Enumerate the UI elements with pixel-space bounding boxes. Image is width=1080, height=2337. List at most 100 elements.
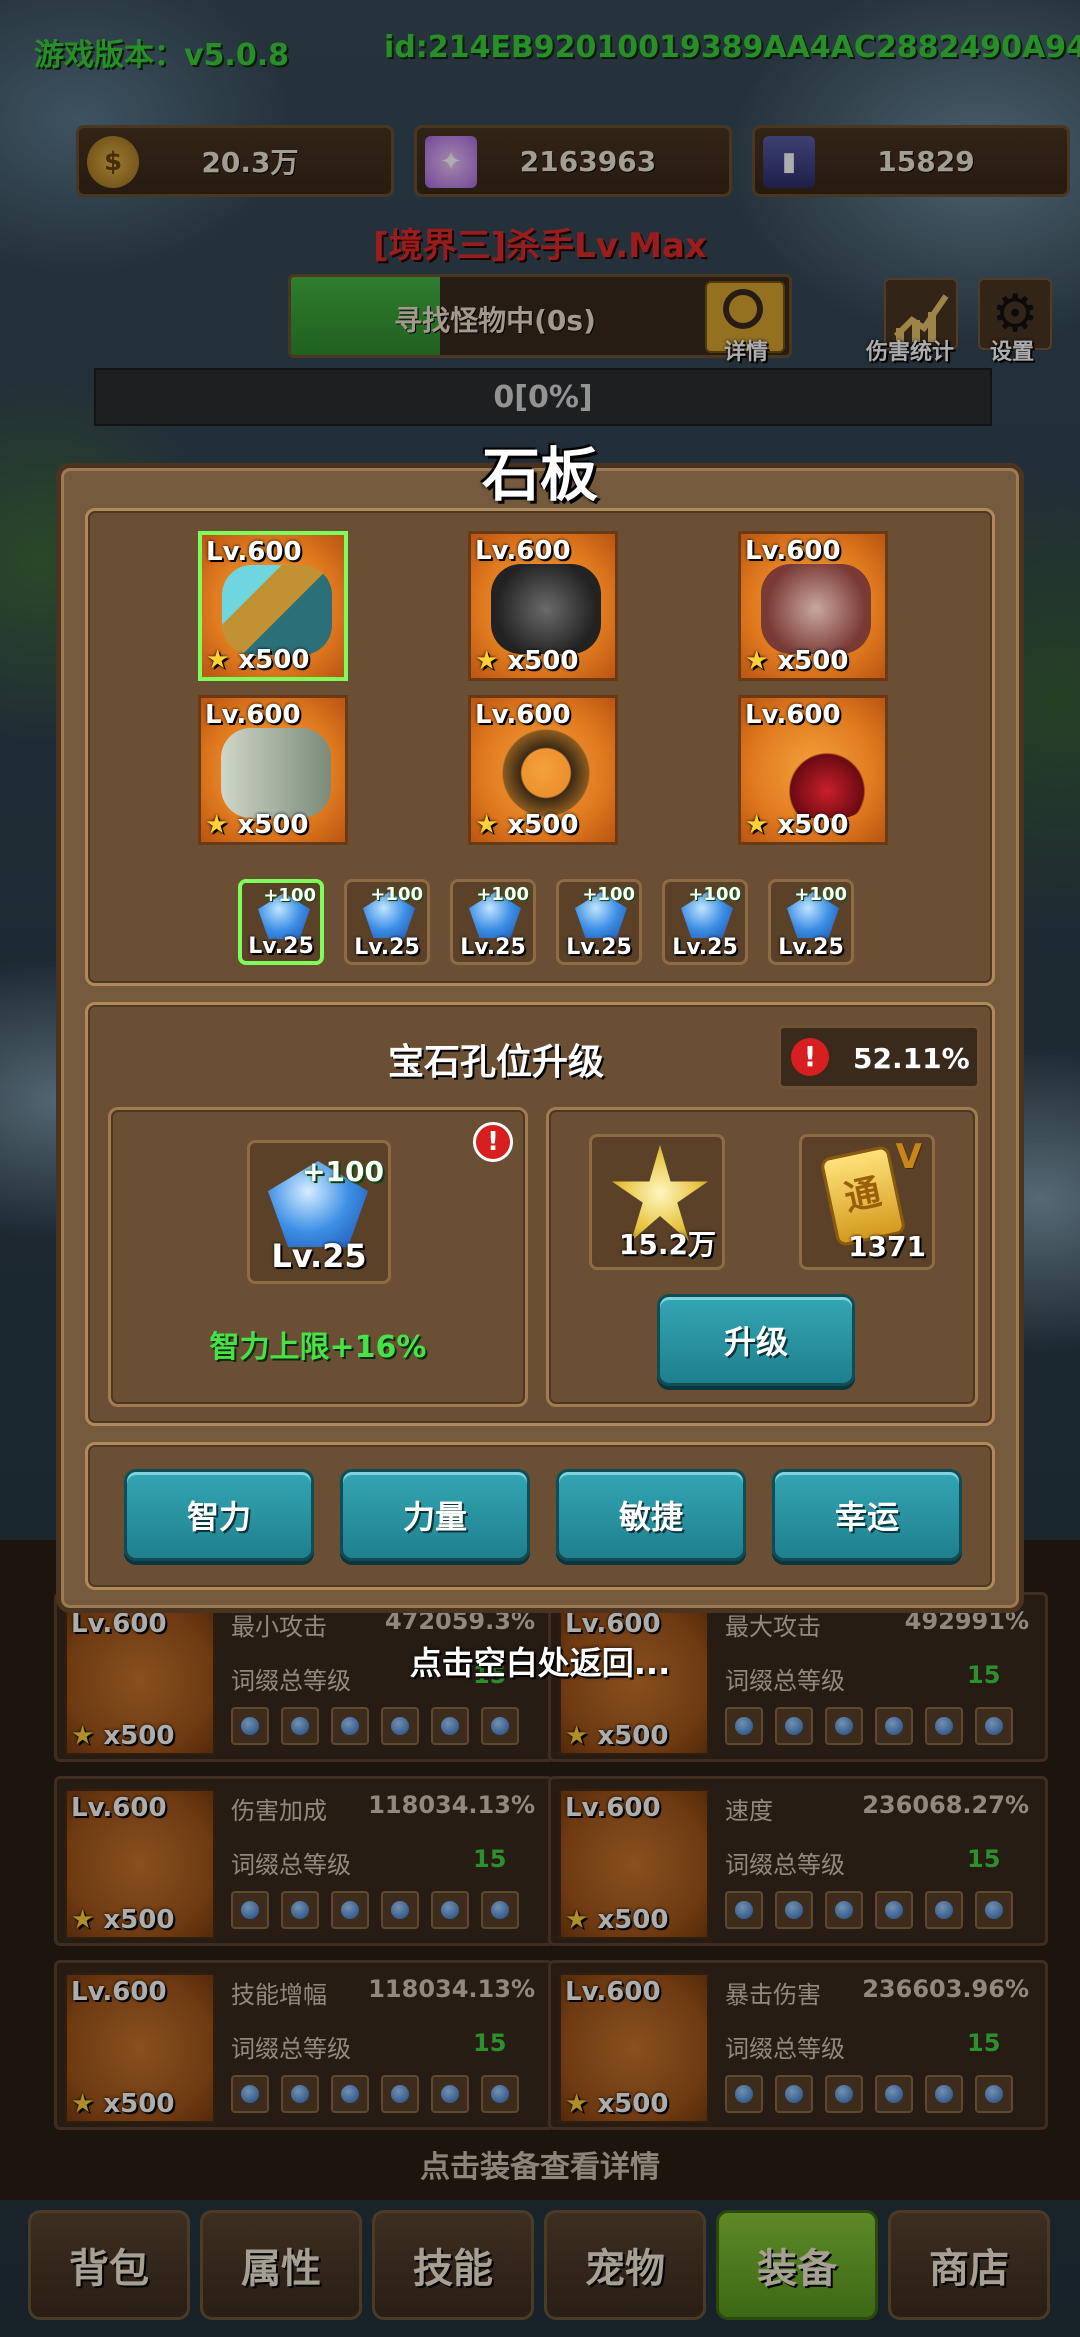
equipment-slot-helmet[interactable]: Lv.600 ★ x500 [468,531,618,681]
stat-value: 118034.13% [368,1975,535,2003]
mini-gem-icon [481,2075,519,2113]
equipment-slot-armor[interactable]: Lv.600 ★ x500 [738,531,888,681]
necklace-icon [761,728,871,818]
mini-gem-icon [925,1707,963,1745]
equipment-slot-boots[interactable]: Lv.600 ★ x500 [198,695,348,845]
agility-button[interactable]: 敏捷 [556,1469,746,1561]
upgrade-button[interactable]: 升级 [657,1294,855,1386]
mini-gem-row [725,1707,1013,1745]
stat-value: 236603.96% [862,1975,1029,2003]
mini-gem-icon [875,1707,913,1745]
gem-plus: +100 [794,884,847,905]
token-cost-value: 1371 [848,1230,926,1263]
strength-button[interactable]: 力量 [340,1469,530,1561]
mini-gem-icon [975,2075,1013,2113]
mini-gem-icon [231,2075,269,2113]
tab-bag[interactable]: 背包 [28,2210,190,2320]
affix-value: 15 [967,2029,1001,2057]
star-icon: ★ [565,2089,589,2119]
selected-gem-slot[interactable]: +100 Lv.25 [247,1140,391,1284]
mini-gem-icon [331,2075,369,2113]
equipment-level: Lv.600 [71,1793,167,1823]
gem-level: Lv.25 [778,935,844,960]
equipment-level: Lv.600 [71,1609,167,1639]
user-id-text: id:214EB92010019389AA4AC2882490A94A [384,30,1080,65]
equipment-level: Lv.600 [565,1609,661,1639]
star-icon: ★ [206,645,230,675]
gem-socket-4[interactable]: +100 Lv.25 [556,879,642,965]
tab-equipment[interactable]: 装备 [716,2210,878,2320]
gem-plus: +100 [582,884,635,905]
star-icon: ★ [745,810,769,840]
affix-label: 词缀总等级 [725,2035,845,2063]
equipment-slot-ring[interactable]: Lv.600 ★ x500 [468,695,618,845]
token-rank-badge: V [895,1137,922,1177]
stat-name: 速度 [725,1797,773,1825]
star-icon: ★ [71,1721,95,1751]
equipment-level: Lv.600 [565,1793,661,1823]
star-icon: ★ [475,646,499,676]
mini-gem-icon [431,1891,469,1929]
details-label: 详情 [724,340,769,365]
tab-shop[interactable]: 商店 [888,2210,1050,2320]
intelligence-button[interactable]: 智力 [124,1469,314,1561]
mini-gem-icon [825,2075,863,2113]
coin-icon: $ [87,136,139,188]
equipment-level: Lv.600 [745,536,841,566]
mini-gem-icon [925,2075,963,2113]
modal-title: 石板 [481,441,598,509]
monster-search-label: 寻找怪物中(0s) [394,304,596,337]
success-rate-box: ! 52.11% [778,1025,980,1089]
upgrade-cost-box: 15.2万 通 V 1371 升级 [546,1107,978,1407]
alert-icon: ! [791,1038,829,1076]
gem-socket-3[interactable]: +100 Lv.25 [450,879,536,965]
equipment-count: ★ x500 [71,1905,174,1935]
equipment-count-value: x500 [507,646,579,676]
mini-gem-icon [875,1891,913,1929]
equipment-stat-card[interactable]: Lv.600 ★ x500 伤害加成 118034.13% 词缀总等级 15 [54,1776,554,1946]
star-icon: ★ [475,810,499,840]
gem-socket-6[interactable]: +100 Lv.25 [768,879,854,965]
equipment-level: Lv.600 [206,537,302,567]
mini-gem-icon [481,1891,519,1929]
token-cost-slot: 通 V 1371 [799,1134,935,1270]
gem-socket-1[interactable]: +100 Lv.25 [238,879,324,965]
mini-gem-icon [381,1707,419,1745]
equipment-slot-necklace[interactable]: Lv.600 ★ x500 [738,695,888,845]
mini-gem-row [231,1707,519,1745]
ring-icon [491,728,601,818]
tab-pets[interactable]: 宠物 [544,2210,706,2320]
equipment-stat-card[interactable]: Lv.600 ★ x500 技能增幅 118034.13% 词缀总等级 15 [54,1960,554,2130]
tab-attributes[interactable]: 属性 [200,2210,362,2320]
equipment-slot-sword[interactable]: Lv.600 ★ x500 [198,531,348,681]
equipment-thumbnail: Lv.600 ★ x500 [65,1973,215,2123]
equipment-count: ★ x500 [475,646,578,676]
equipment-count-value: x500 [507,810,579,840]
equipment-count-value: x500 [103,1721,175,1751]
mini-gem-icon [381,2075,419,2113]
gem-upgrade-section: 宝石孔位升级 ! 52.11% ! +100 Lv.25 智力上限+16% 15… [85,1002,995,1426]
luck-button[interactable]: 幸运 [772,1469,962,1561]
affix-value: 15 [967,1845,1001,1873]
mini-gem-icon [281,1707,319,1745]
stat-value: 118034.13% [368,1791,535,1819]
equipment-stat-card[interactable]: Lv.600 ★ x500 速度 236068.27% 词缀总等级 15 [548,1776,1048,1946]
attribute-section: 智力 力量 敏捷 幸运 [85,1442,995,1590]
tab-skills[interactable]: 技能 [372,2210,534,2320]
gem-upgrade-title: 宝石孔位升级 [388,1042,605,1083]
gem-level: Lv.25 [271,1237,367,1275]
star-icon: ★ [205,810,229,840]
mini-gem-icon [975,1891,1013,1929]
equipment-count-value: x500 [237,810,309,840]
equipment-stat-card[interactable]: Lv.600 ★ x500 暴击伤害 236603.96% 词缀总等级 15 [548,1960,1048,2130]
mini-gem-row [231,1891,519,1929]
equipment-level: Lv.600 [205,700,301,730]
star-cost-value: 15.2万 [618,1228,716,1261]
mini-gem-icon [281,2075,319,2113]
monster-search-bar: 寻找怪物中(0s) [288,274,792,358]
gem-socket-2[interactable]: +100 Lv.25 [344,879,430,965]
equipment-count: ★ x500 [71,1721,174,1751]
xp-bar-text: 0[0%] [493,380,593,415]
sword-icon [222,565,332,655]
gem-socket-5[interactable]: +100 Lv.25 [662,879,748,965]
